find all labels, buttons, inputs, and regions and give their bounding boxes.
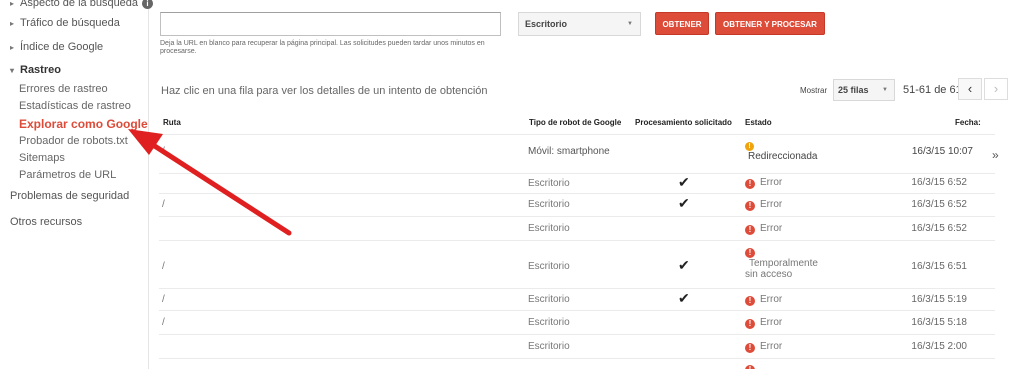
annotation-arrow-shaft (147, 140, 292, 236)
annotation-arrow (128, 129, 292, 236)
page: ▸ Aspecto de la búsqueda i ▸ Tráfico de bús… (0, 0, 1024, 369)
annotation-arrowhead (128, 129, 163, 155)
